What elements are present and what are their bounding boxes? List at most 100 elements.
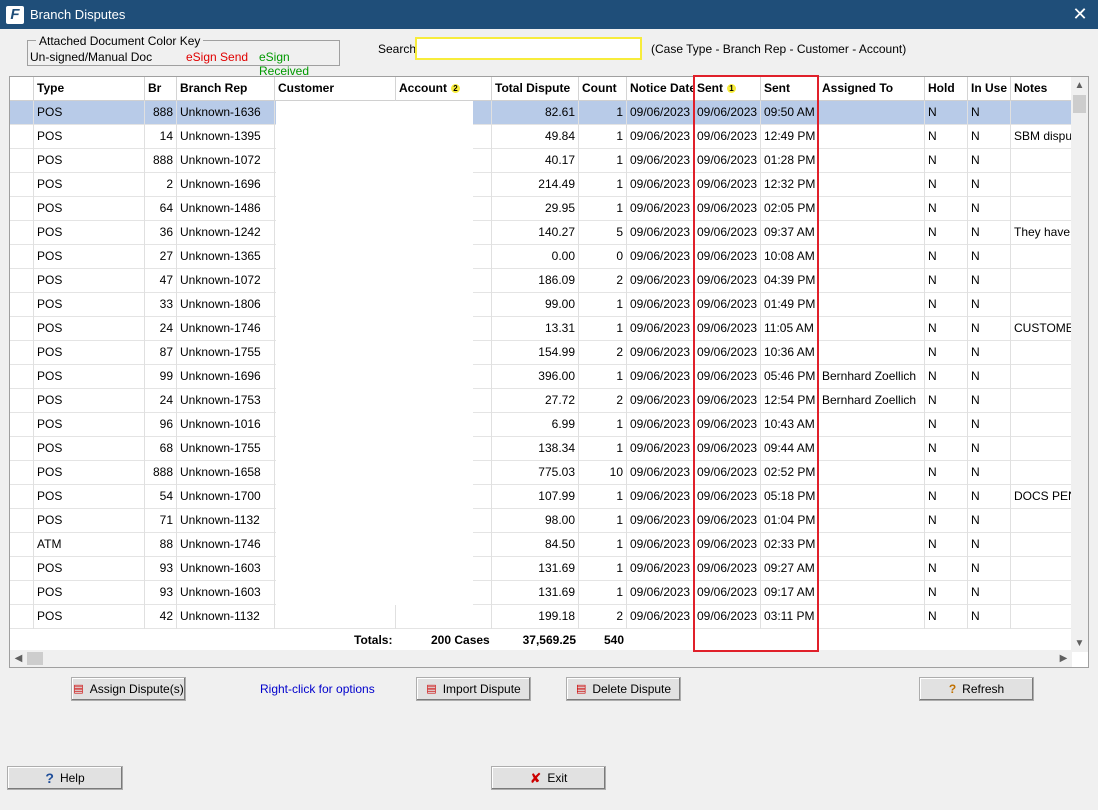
table-cell-hold: N: [925, 221, 968, 245]
table-cell-notice: 09/06/2023: [627, 389, 694, 413]
header-sent-date[interactable]: Sent 1: [694, 77, 761, 101]
table-cell-hold: N: [925, 149, 968, 173]
header-notice-date[interactable]: Notice Date: [627, 77, 694, 101]
table-cell: [10, 533, 34, 557]
table-cell-count: 1: [579, 173, 627, 197]
header-br[interactable]: Br: [145, 77, 177, 101]
header-sent-time[interactable]: Sent: [761, 77, 819, 101]
table-cell-hold: N: [925, 365, 968, 389]
header-notes[interactable]: Notes: [1011, 77, 1072, 101]
table-cell-sent-time: 12:32 PM: [761, 173, 819, 197]
exit-button[interactable]: ✘ Exit: [491, 766, 606, 790]
table-row[interactable]: POS 64 Unknown-1486 29.95 1 09/06/2023 09/06/2…: [10, 197, 1072, 221]
header-indicator: [10, 77, 34, 101]
sort-order-badge: 1: [727, 84, 737, 94]
table-cell-count: 1: [579, 485, 627, 509]
header-count[interactable]: Count: [579, 77, 627, 101]
search-input[interactable]: [415, 37, 642, 60]
table-cell-br: 64: [145, 197, 177, 221]
delete-dispute-button[interactable]: ▤ Delete Dispute: [566, 677, 681, 701]
table-row[interactable]: POS 99 Unknown-1696 396.00 1 09/06/2023 09/06/…: [10, 365, 1072, 389]
table-cell-assigned: [819, 413, 925, 437]
table-cell-sent-date: 09/06/2023: [694, 389, 761, 413]
header-type[interactable]: Type: [34, 77, 145, 101]
header-total-dispute[interactable]: Total Dispute: [492, 77, 579, 101]
table-row[interactable]: POS 47 Unknown-1072 186.09 2 09/06/2023 09/06/…: [10, 269, 1072, 293]
table-row[interactable]: POS 71 Unknown-1132 98.00 1 09/06/2023 09/06/2…: [10, 509, 1072, 533]
horizontal-scroll-thumb[interactable]: [27, 652, 43, 665]
horizontal-scrollbar[interactable]: ◀ ▶: [10, 650, 1072, 667]
table-cell-inuse: N: [968, 389, 1011, 413]
grid-header: Type Br Branch Rep Customer Account 2 Tot…: [10, 77, 1072, 101]
vertical-scrollbar[interactable]: ▲ ▼: [1071, 77, 1088, 652]
table-row[interactable]: POS 24 Unknown-1753 27.72 2 09/06/2023 09/06/2…: [10, 389, 1072, 413]
table-cell-notes: [1011, 557, 1072, 581]
header-account[interactable]: Account 2: [396, 77, 492, 101]
header-customer[interactable]: Customer: [275, 77, 396, 101]
table-cell-sent-date: 09/06/2023: [694, 221, 761, 245]
table-row[interactable]: POS 93 Unknown-1603 131.69 1 09/06/2023 09/06/…: [10, 557, 1072, 581]
table-cell-sent-date: 09/06/2023: [694, 437, 761, 461]
header-branch-rep[interactable]: Branch Rep: [177, 77, 275, 101]
header-hold[interactable]: Hold: [925, 77, 968, 101]
table-row[interactable]: POS 14 Unknown-1395 49.84 1 09/06/2023 09/06/2…: [10, 125, 1072, 149]
refresh-button[interactable]: ? Refresh: [919, 677, 1034, 701]
table-cell: [10, 461, 34, 485]
table-cell-type: POS: [34, 173, 145, 197]
table-cell-br: 24: [145, 317, 177, 341]
table-row[interactable]: POS 54 Unknown-1700 107.99 1 09/06/2023 09/06/…: [10, 485, 1072, 509]
help-button[interactable]: ? Help: [7, 766, 123, 790]
close-icon[interactable]: ✕: [1070, 4, 1090, 24]
table-row[interactable]: POS 888 Unknown-1658 775.03 10 09/06/2023 09/0…: [10, 461, 1072, 485]
table-cell-notes: [1011, 245, 1072, 269]
table-row[interactable]: POS 33 Unknown-1806 99.00 1 09/06/2023 09/06/2…: [10, 293, 1072, 317]
help-icon: ?: [45, 770, 54, 786]
table-cell-br: 54: [145, 485, 177, 509]
table-row[interactable]: ATM 88 Unknown-1746 84.50 1 09/06/2023 09/06/2…: [10, 533, 1072, 557]
table-row[interactable]: POS 93 Unknown-1603 131.69 1 09/06/2023 09/06/…: [10, 581, 1072, 605]
table-cell-assigned: [819, 509, 925, 533]
table-cell-total: 6.99: [492, 413, 579, 437]
table-cell-total: 186.09: [492, 269, 579, 293]
table-cell-assigned: [819, 245, 925, 269]
table-cell-notes: [1011, 269, 1072, 293]
table-row[interactable]: POS 36 Unknown-1242 140.27 5 09/06/2023 09/06/…: [10, 221, 1072, 245]
table-cell-hold: N: [925, 461, 968, 485]
vertical-scroll-thumb[interactable]: [1073, 95, 1086, 113]
table-cell-rep: Unknown-1132: [177, 605, 275, 629]
table-cell-rep: Unknown-1696: [177, 173, 275, 197]
table-cell-br: 2: [145, 173, 177, 197]
table-cell: [10, 557, 34, 581]
scroll-down-icon[interactable]: ▼: [1071, 635, 1088, 652]
scroll-up-icon[interactable]: ▲: [1071, 77, 1088, 94]
header-in-use[interactable]: In Use: [968, 77, 1011, 101]
table-row[interactable]: POS 24 Unknown-1746 13.31 1 09/06/2023 09/06/2…: [10, 317, 1072, 341]
disputes-grid[interactable]: Type Br Branch Rep Customer Account 2 Tot…: [9, 76, 1089, 668]
document-arrow-icon: ▤: [426, 682, 437, 695]
table-row[interactable]: POS 42 Unknown-1132 199.18 2 09/06/2023 09/06/…: [10, 605, 1072, 629]
right-click-hint: Right-click for options: [260, 682, 375, 696]
table-cell-notes: [1011, 341, 1072, 365]
import-dispute-button[interactable]: ▤ Import Dispute: [416, 677, 531, 701]
table-cell-sent-date: 09/06/2023: [694, 581, 761, 605]
table-cell-sent-date: 09/06/2023: [694, 605, 761, 629]
table-row[interactable]: POS 96 Unknown-1016 6.99 1 09/06/2023 09/06/20…: [10, 413, 1072, 437]
table-row[interactable]: POS 2 Unknown-1696 214.49 1 09/06/2023 09/06/2…: [10, 173, 1072, 197]
table-row[interactable]: POS 888 Unknown-1072 40.17 1 09/06/2023 09/06/…: [10, 149, 1072, 173]
table-cell-inuse: N: [968, 365, 1011, 389]
table-cell-notes: [1011, 581, 1072, 605]
assign-disputes-button[interactable]: ▤ Assign Dispute(s): [71, 677, 186, 701]
table-row[interactable]: POS 27 Unknown-1365 0.00 0 09/06/2023 09/06/20…: [10, 245, 1072, 269]
table-row[interactable]: POS 87 Unknown-1755 154.99 2 09/06/2023 09/06/…: [10, 341, 1072, 365]
scroll-left-icon[interactable]: ◀: [10, 650, 27, 667]
table-cell-assigned: [819, 341, 925, 365]
table-cell-br: 36: [145, 221, 177, 245]
table-cell-sent-time: 03:11 PM: [761, 605, 819, 629]
table-row[interactable]: POS 68 Unknown-1755 138.34 1 09/06/2023 09/06/…: [10, 437, 1072, 461]
scroll-right-icon[interactable]: ▶: [1055, 650, 1072, 667]
table-cell-notice: 09/06/2023: [627, 581, 694, 605]
table-cell-notes: [1011, 461, 1072, 485]
search-label: Search: [378, 42, 417, 56]
table-row[interactable]: POS 888 Unknown-1636 82.61 1 09/06/2023 09/06/…: [10, 101, 1072, 125]
header-assigned-to[interactable]: Assigned To: [819, 77, 925, 101]
